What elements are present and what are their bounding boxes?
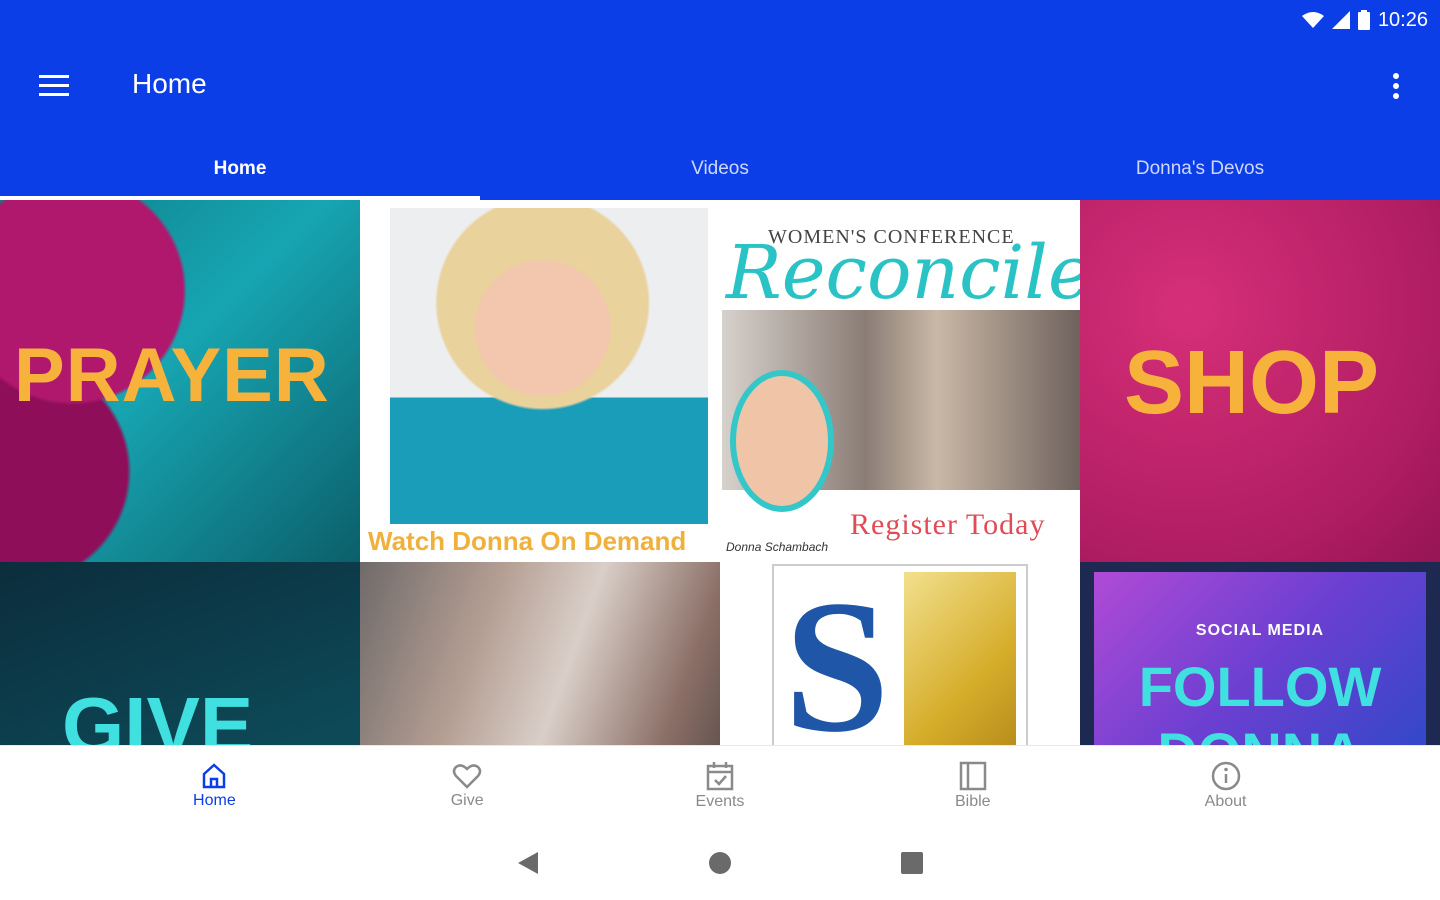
- register-today-label: Register Today: [850, 508, 1046, 541]
- back-icon[interactable]: [516, 850, 540, 876]
- home-button-icon[interactable]: [708, 850, 732, 876]
- follow-label: FOLLOW: [1138, 655, 1382, 718]
- battery-icon: [1357, 10, 1370, 30]
- signal-icon: [1331, 11, 1350, 29]
- status-bar: 10:26: [1301, 6, 1428, 34]
- tab-bar: Home Videos Donna's Devos: [0, 138, 1440, 200]
- nav-give[interactable]: Give: [407, 746, 527, 825]
- nav-home[interactable]: Home: [154, 746, 274, 825]
- worship-photo-tile[interactable]: [360, 562, 720, 745]
- menu-button[interactable]: [30, 62, 78, 110]
- book-icon: [959, 761, 987, 790]
- status-time: 10:26: [1377, 8, 1428, 31]
- app-bar: 10:26 Home Home Videos Donna's Devos: [0, 0, 1440, 200]
- tab-videos[interactable]: Videos: [480, 138, 960, 200]
- donna-label: DONNA: [1094, 720, 1426, 745]
- watch-donna-tile[interactable]: Watch Donna On Demand: [360, 200, 720, 562]
- home-icon: [203, 762, 226, 788]
- conference-eyebrow: WOMEN'S CONFERENCE: [768, 226, 1015, 248]
- nav-bible[interactable]: Bible: [913, 746, 1033, 825]
- conference-signature: Donna Schambach: [726, 540, 829, 554]
- social-media-tile[interactable]: SOCIAL MEDIA FOLLOW DONNA: [1080, 562, 1440, 745]
- more-vert-icon: [1393, 73, 1399, 99]
- tab-home[interactable]: Home: [0, 138, 480, 200]
- nav-about[interactable]: About: [1166, 746, 1286, 825]
- heart-icon: [452, 763, 482, 789]
- nav-bible-label: Bible: [954, 792, 991, 810]
- social-media-panel: SOCIAL MEDIA FOLLOW DONNA: [1094, 572, 1426, 745]
- social-media-label: SOCIAL MEDIA: [1195, 622, 1325, 639]
- info-icon: [1211, 761, 1240, 790]
- system-navigation-bar: [0, 830, 1440, 900]
- nav-home-label: Home: [193, 791, 236, 809]
- shop-tile[interactable]: SHOP: [1080, 200, 1440, 562]
- se-logo-tile[interactable]: S: [720, 562, 1080, 745]
- give-tile-label: GIVE: [62, 681, 254, 745]
- nav-give-label: Give: [450, 791, 484, 809]
- page-title: Home: [132, 68, 207, 99]
- nav-about-label: About: [1204, 792, 1247, 810]
- toolbar: Home: [0, 40, 1440, 132]
- womens-conference-tile[interactable]: Reconcile WOMEN'S CONFERENCE Register To…: [720, 200, 1080, 562]
- nav-events-label: Events: [695, 792, 745, 810]
- prayer-tile[interactable]: PRAYER: [0, 200, 360, 562]
- donna-photo: [390, 208, 708, 524]
- conference-photo: [722, 310, 1080, 512]
- nav-events[interactable]: Events: [660, 746, 780, 825]
- calendar-icon: [706, 761, 734, 790]
- se-logo: S: [772, 564, 1028, 745]
- shop-tile-label: SHOP: [1124, 333, 1380, 433]
- wifi-icon: [1301, 12, 1324, 28]
- prayer-tile-label: PRAYER: [14, 333, 330, 418]
- recents-icon[interactable]: [900, 850, 924, 876]
- overflow-menu-button[interactable]: [1372, 62, 1420, 110]
- home-tile-grid: PRAYER Watch Donna On Demand Reconcile W…: [0, 200, 1440, 745]
- bottom-navigation: Home Give Events Bible About: [0, 745, 1440, 825]
- give-tile[interactable]: GIVE: [0, 562, 360, 745]
- watch-donna-caption: Watch Donna On Demand: [368, 526, 687, 556]
- tab-donnas-devos[interactable]: Donna's Devos: [960, 138, 1440, 200]
- hamburger-menu-icon: [39, 75, 69, 96]
